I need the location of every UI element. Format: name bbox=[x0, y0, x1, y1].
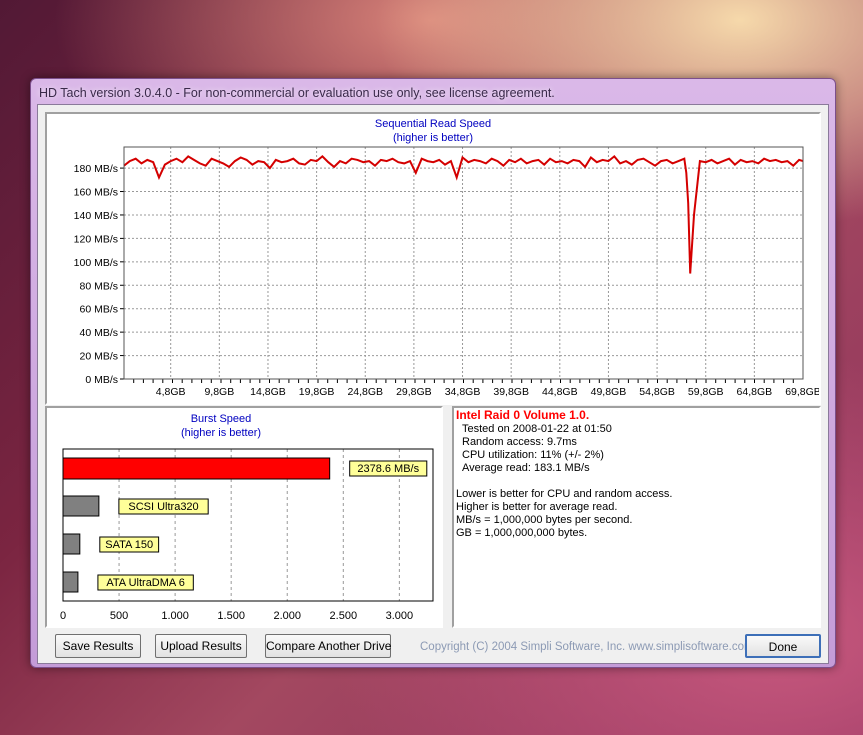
y-tick-label: 120 MB/s bbox=[74, 233, 118, 245]
drive-name: Intel Raid 0 Volume 1.0. bbox=[456, 408, 590, 422]
x-tick-label: 1.500 bbox=[217, 610, 245, 622]
burst-speed-chart: Burst Speed (higher is better) 2378.6 MB… bbox=[60, 413, 434, 622]
x-tick-label: 9,8GB bbox=[204, 386, 234, 398]
x-tick-label: 69,8GB bbox=[785, 386, 819, 398]
plot-frame bbox=[123, 146, 804, 380]
burst-bar bbox=[62, 571, 79, 593]
x-tick-label: 24,8GB bbox=[347, 386, 383, 398]
burst-speed-panel: Burst Speed (higher is better) 2378.6 MB… bbox=[45, 406, 443, 628]
note-line: MB/s = 1,000,000 bytes per second. bbox=[456, 514, 633, 526]
y-tick-label: 20 MB/s bbox=[79, 351, 118, 363]
note-line: Lower is better for CPU and random acces… bbox=[456, 488, 673, 500]
x-tick-label: 39,8GB bbox=[493, 386, 529, 398]
x-tick-label: 500 bbox=[110, 610, 128, 622]
x-tick-label: 34,8GB bbox=[445, 386, 481, 398]
x-tick-label: 19,8GB bbox=[299, 386, 335, 398]
average-read: Average read: 183.1 MB/s bbox=[462, 462, 590, 474]
burst-bar bbox=[62, 495, 100, 517]
note-line: Higher is better for average read. bbox=[456, 501, 618, 513]
x-tick-label: 3.000 bbox=[386, 610, 414, 622]
bar-label: SCSI Ultra320 bbox=[128, 501, 198, 513]
sequential-chart-subtitle: (higher is better) bbox=[393, 132, 473, 144]
x-tick-label: 14,8GB bbox=[250, 386, 286, 398]
x-tick-label: 54,8GB bbox=[639, 386, 675, 398]
bar-label: ATA UltraDMA 6 bbox=[106, 577, 184, 589]
sequential-chart-title: Sequential Read Speed bbox=[375, 118, 491, 130]
y-tick-label: 80 MB/s bbox=[79, 280, 118, 292]
x-tick-label: 2.500 bbox=[330, 610, 358, 622]
tested-on: Tested on 2008-01-22 at 01:50 bbox=[462, 423, 612, 435]
x-tick-label: 49,8GB bbox=[591, 386, 627, 398]
burst-chart-title: Burst Speed bbox=[191, 413, 252, 425]
y-tick-label: 180 MB/s bbox=[74, 163, 118, 175]
y-tick-label: 60 MB/s bbox=[79, 304, 118, 316]
done-button[interactable]: Done bbox=[745, 634, 821, 658]
sequential-read-panel: Sequential Read Speed (higher is better)… bbox=[45, 112, 821, 405]
x-tick-label: 29,8GB bbox=[396, 386, 432, 398]
y-tick-label: 40 MB/s bbox=[79, 327, 118, 339]
cpu-utilization: CPU utilization: 11% (+/- 2%) bbox=[462, 449, 604, 461]
y-tick-label: 0 MB/s bbox=[85, 374, 118, 386]
bar-label: SATA 150 bbox=[105, 539, 153, 551]
x-tick-label: 2.000 bbox=[273, 610, 301, 622]
window-title: HD Tach version 3.0.4.0 - For non-commer… bbox=[39, 86, 555, 100]
sequential-read-chart: Sequential Read Speed (higher is better)… bbox=[74, 118, 821, 398]
burst-bar bbox=[62, 533, 81, 555]
results-info-panel: Intel Raid 0 Volume 1.0. Tested on 2008-… bbox=[452, 406, 821, 628]
compare-another-drive-button[interactable]: Compare Another Drive bbox=[265, 634, 391, 658]
upload-results-button[interactable]: Upload Results bbox=[155, 634, 247, 658]
x-tick-label: 59,8GB bbox=[688, 386, 724, 398]
y-tick-label: 160 MB/s bbox=[74, 187, 118, 199]
burst-bar bbox=[62, 457, 331, 480]
y-tick-label: 140 MB/s bbox=[74, 210, 118, 222]
note-line: GB = 1,000,000,000 bytes. bbox=[456, 527, 588, 539]
save-results-button[interactable]: Save Results bbox=[55, 634, 141, 658]
x-tick-label: 0 bbox=[60, 610, 66, 622]
x-tick-label: 44,8GB bbox=[542, 386, 578, 398]
x-tick-label: 4,8GB bbox=[156, 386, 186, 398]
bar-label: 2378.6 MB/s bbox=[357, 463, 419, 475]
burst-chart-subtitle: (higher is better) bbox=[181, 427, 261, 439]
hdtach-window: HD Tach version 3.0.4.0 - For non-commer… bbox=[30, 78, 836, 668]
x-tick-label: 1.000 bbox=[161, 610, 189, 622]
client-area: Sequential Read Speed (higher is better)… bbox=[37, 104, 829, 664]
random-access: Random access: 9.7ms bbox=[462, 436, 577, 448]
copyright-text: Copyright (C) 2004 Simpli Software, Inc.… bbox=[420, 641, 754, 653]
y-tick-label: 100 MB/s bbox=[74, 257, 118, 269]
x-tick-label: 64,8GB bbox=[737, 386, 773, 398]
